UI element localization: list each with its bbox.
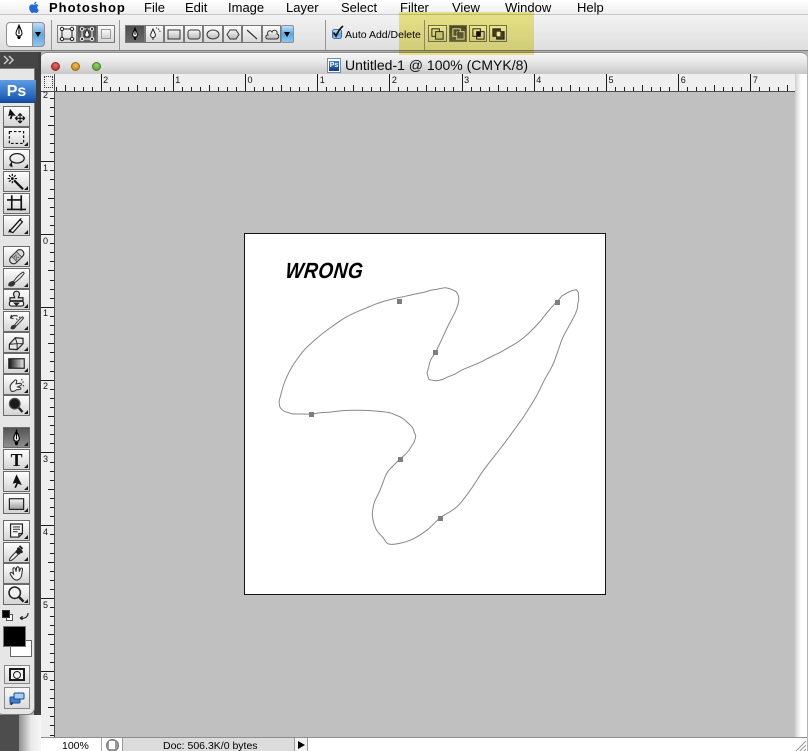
svg-text:T: T — [11, 450, 23, 469]
